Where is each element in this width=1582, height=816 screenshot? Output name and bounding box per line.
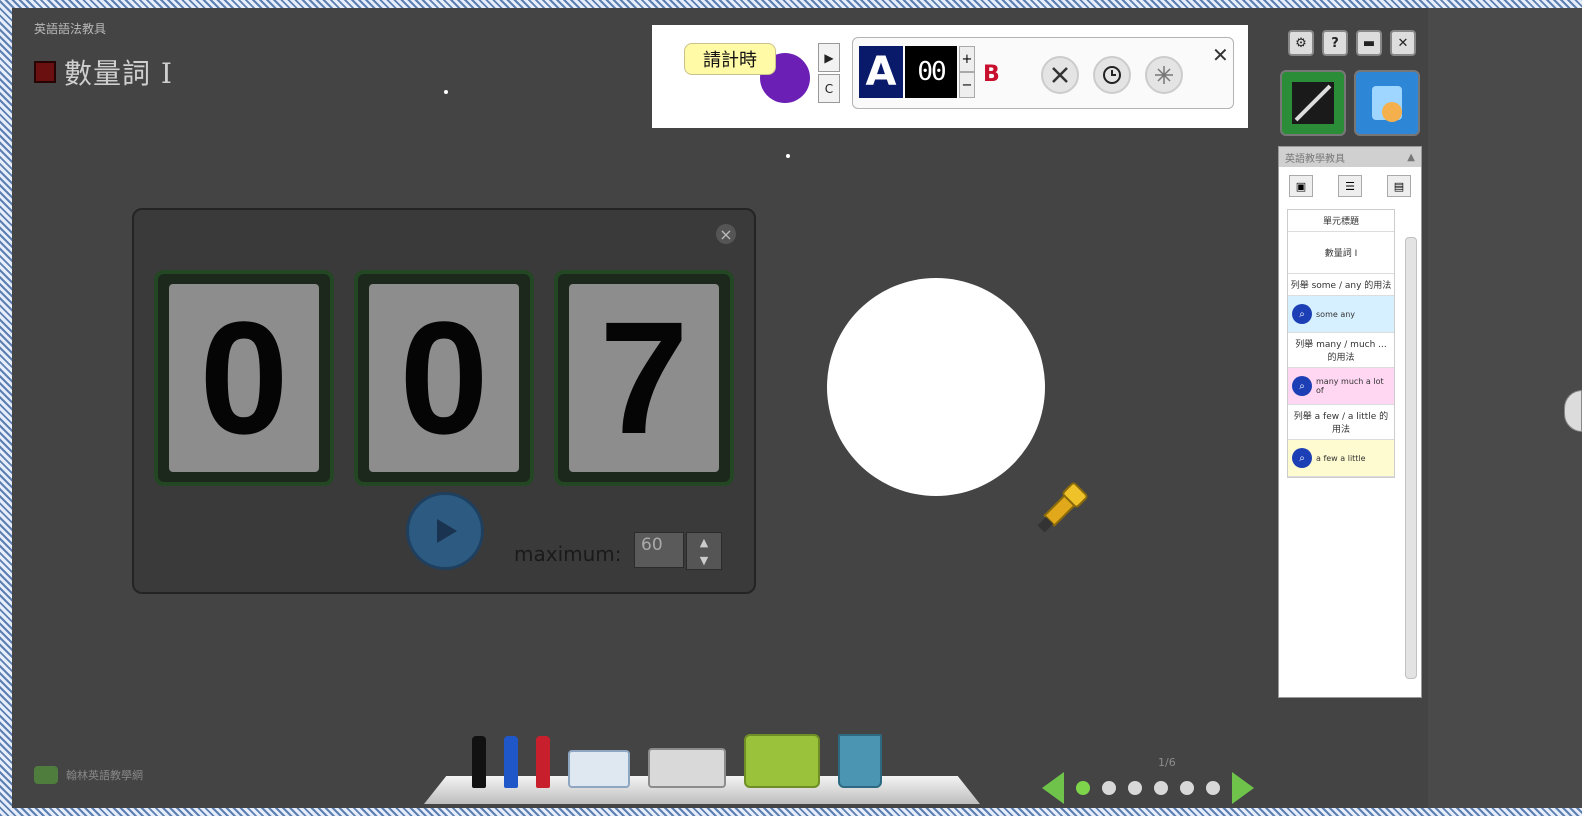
counter-widget: × 0 0 7 maximum: 60 ▲ ▼ [132, 208, 756, 594]
settings-button[interactable]: ⚙ [1288, 30, 1314, 56]
score-controls: A 00 + − B [852, 37, 1234, 109]
side-panel-title: 英語教學教具 [1285, 153, 1345, 165]
page-dot[interactable] [1102, 781, 1116, 795]
list-item[interactable]: ⌕ many much a lot of [1288, 368, 1394, 405]
scrollbar[interactable] [1405, 237, 1417, 679]
timer-toolbar: 請計時 ▶ C A 00 + − B ✕ [652, 25, 1248, 128]
maximum-stepper[interactable]: ▲ ▼ [686, 532, 722, 570]
side-panel-header: 英語教學教具 ▲ [1279, 147, 1421, 167]
eraser-icon[interactable] [568, 750, 630, 788]
chevron-up-icon[interactable]: ▲ [687, 533, 721, 551]
collapse-icon[interactable]: ▲ [1407, 152, 1415, 163]
list-item[interactable]: 列舉 some / any 的用法 [1288, 274, 1394, 296]
list-icon[interactable]: ☰ [1338, 175, 1362, 197]
toolbox-icon[interactable] [744, 734, 820, 788]
magnifier-icon: ⌕ [1292, 448, 1312, 468]
magnifier-icon: ⌕ [1292, 304, 1312, 324]
tray-items [472, 734, 882, 788]
play-icon [437, 519, 457, 543]
tools-icon[interactable] [1041, 56, 1079, 94]
outer-right-panel [1428, 8, 1582, 808]
toolbar-close-button[interactable]: ✕ [1212, 43, 1229, 67]
digit-slot: 0 [154, 270, 334, 486]
card-label: a few a little [1316, 453, 1366, 463]
tooltip-start-timer: 請計時 [684, 43, 776, 75]
flashlight-icon[interactable] [1022, 476, 1094, 552]
whiteboard-mode-icon[interactable] [1280, 70, 1346, 136]
brand-logo [34, 766, 58, 784]
list-item[interactable]: 數量詞 I [1288, 232, 1394, 274]
page-number: 1/6 [1158, 756, 1176, 769]
page-dot[interactable] [1076, 781, 1090, 795]
sparkle-icon[interactable] [1145, 56, 1183, 94]
brand-name: 翰林英語教學網 [66, 769, 143, 782]
app-subtitle: 英語語法教具 [34, 22, 107, 36]
maximum-label: maximum: [514, 542, 622, 566]
digit-slot: 0 [354, 270, 534, 486]
list-item[interactable]: 列舉 many / much ... 的用法 [1288, 333, 1394, 368]
side-panel: 英語教學教具 ▲ ▣ ☰ ▤ 單元標題 數量詞 I 列舉 some / any … [1278, 146, 1422, 698]
trash-icon[interactable] [838, 734, 882, 788]
digit-tens: 0 [369, 284, 519, 472]
blue-pen-icon[interactable] [504, 736, 518, 788]
page-title: 數量詞 I [64, 57, 173, 90]
list-item[interactable]: 單元標題 [1288, 210, 1394, 232]
help-button[interactable]: ? [1322, 30, 1348, 56]
black-pen-icon[interactable] [472, 736, 486, 788]
play-button[interactable]: ▶ [818, 43, 840, 72]
close-button[interactable]: ✕ [1390, 30, 1416, 56]
score-plus-button[interactable]: + [959, 46, 975, 72]
prev-page-icon[interactable] [1042, 772, 1064, 804]
minimize-button[interactable]: ▬ [1356, 30, 1382, 56]
red-pen-icon[interactable] [536, 736, 550, 788]
outline-list: 單元標題 數量詞 I 列舉 some / any 的用法 ⌕ some any … [1287, 209, 1395, 478]
counter-close-button[interactable]: × [716, 224, 736, 244]
team-b-button[interactable]: B [983, 62, 1000, 87]
decor-dot [786, 154, 790, 158]
team-a-button[interactable]: A [859, 46, 903, 98]
card-label: some any [1316, 309, 1356, 319]
next-page-icon[interactable] [1232, 772, 1254, 804]
notes-icon[interactable]: ▤ [1387, 175, 1411, 197]
playback-controls: ▶ C [818, 43, 840, 103]
touch-mode-icon[interactable] [1354, 70, 1420, 136]
side-tools: ▣ ☰ ▤ [1279, 167, 1421, 205]
brand: 翰林英語教學網 [34, 766, 143, 784]
page-icon[interactable]: ▣ [1289, 175, 1313, 197]
digit-hundreds: 0 [169, 284, 319, 472]
page-dot[interactable] [1206, 781, 1220, 795]
score-minus-button[interactable]: − [959, 72, 975, 98]
magnifier-icon: ⌕ [1292, 376, 1312, 396]
app-window: 英語語法教具 數量詞 I 請計時 ▶ C A 00 + − B ✕ ⚙ ? ▬ … [12, 8, 1428, 808]
score-display: 00 [905, 46, 957, 98]
edge-handle[interactable] [1564, 390, 1582, 432]
list-item[interactable]: 列舉 a few / a little 的用法 [1288, 405, 1394, 440]
page-dot[interactable] [1128, 781, 1142, 795]
list-item[interactable]: ⌕ a few a little [1288, 440, 1394, 477]
title-row: 數量詞 I [34, 52, 173, 92]
maximum-input[interactable]: 60 [634, 532, 684, 568]
window-controls: ⚙ ? ▬ ✕ [1288, 30, 1416, 56]
counter-play-button[interactable] [406, 492, 484, 570]
chevron-down-icon[interactable]: ▼ [687, 551, 721, 569]
pager [1042, 772, 1254, 804]
clock-icon[interactable] [1093, 56, 1131, 94]
score-stepper: + − [959, 46, 975, 98]
page-dot[interactable] [1154, 781, 1168, 795]
keyboard-icon[interactable] [648, 748, 726, 788]
spotlight-circle[interactable] [827, 278, 1045, 496]
list-item[interactable]: ⌕ some any [1288, 296, 1394, 333]
digit-ones: 7 [569, 284, 719, 472]
card-label: many much a lot of [1316, 377, 1384, 395]
title-book-icon [34, 61, 56, 83]
clear-button[interactable]: C [818, 74, 840, 103]
decor-dot [444, 90, 448, 94]
digit-slot: 7 [554, 270, 734, 486]
page-dot[interactable] [1180, 781, 1194, 795]
